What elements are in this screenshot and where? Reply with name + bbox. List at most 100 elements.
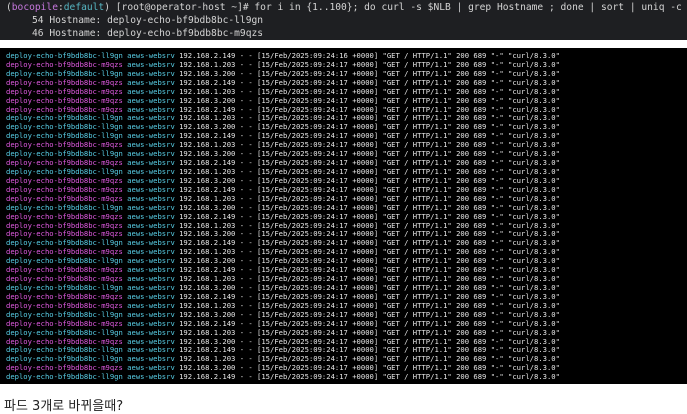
log-dash: - -	[239, 257, 253, 266]
result-line: 54 Hostname: deploy-echo-bf9bdb8bc-ll9gn	[32, 15, 264, 26]
namespace-tag: aews-websrv	[127, 266, 175, 275]
log-dash: - -	[239, 203, 253, 212]
namespace-tag: aews-websrv	[127, 141, 175, 150]
log-timestamp: [15/Feb/2025:09:24:17 +0000]	[257, 355, 379, 364]
log-request: "GET / HTTP/1.1" 200 689 "-" "curl/8.3.0…	[382, 87, 560, 96]
namespace-tag: aews-websrv	[127, 319, 175, 328]
log-dash: - -	[239, 60, 253, 69]
log-line: deploy-echo-bf9bdb8bc-ll9gn aews-websrv …	[6, 132, 687, 141]
client-ip: 192.168.2.149	[179, 266, 236, 275]
pod-name: deploy-echo-bf9bdb8bc-m9qzs	[6, 159, 123, 168]
pod-name: deploy-echo-bf9bdb8bc-m9qzs	[6, 212, 123, 221]
log-line: deploy-echo-bf9bdb8bc-m9qzs aews-websrv …	[6, 222, 687, 231]
log-line: deploy-echo-bf9bdb8bc-ll9gn aews-websrv …	[6, 150, 687, 159]
client-ip: 192.168.3.200	[179, 337, 236, 346]
pod-name: deploy-echo-bf9bdb8bc-ll9gn	[6, 355, 123, 364]
namespace-tag: aews-websrv	[127, 275, 175, 284]
log-timestamp: [15/Feb/2025:09:24:17 +0000]	[257, 105, 379, 114]
client-ip: 192.168.1.203	[179, 275, 236, 284]
log-request: "GET / HTTP/1.1" 200 689 "-" "curl/8.3.0…	[382, 167, 560, 176]
kube-namespace: default	[63, 2, 105, 13]
log-line: deploy-echo-bf9bdb8bc-m9qzs aews-websrv …	[6, 275, 687, 284]
log-timestamp: [15/Feb/2025:09:24:17 +0000]	[257, 176, 379, 185]
separator	[0, 40, 687, 48]
pod-name: deploy-echo-bf9bdb8bc-m9qzs	[6, 364, 123, 373]
result-line: 46 Hostname: deploy-echo-bf9bdb8bc-m9qzs	[32, 28, 264, 39]
log-line: deploy-echo-bf9bdb8bc-m9qzs aews-websrv …	[6, 364, 687, 373]
log-timestamp: [15/Feb/2025:09:24:17 +0000]	[257, 328, 379, 337]
client-ip: 192.168.2.149	[179, 319, 236, 328]
log-timestamp: [15/Feb/2025:09:24:17 +0000]	[257, 230, 379, 239]
namespace-tag: aews-websrv	[127, 60, 175, 69]
log-request: "GET / HTTP/1.1" 200 689 "-" "curl/8.3.0…	[382, 239, 560, 248]
log-request: "GET / HTTP/1.1" 200 689 "-" "curl/8.3.0…	[382, 355, 560, 364]
client-ip: 192.168.1.203	[179, 60, 236, 69]
log-timestamp: [15/Feb/2025:09:24:17 +0000]	[257, 69, 379, 78]
pod-name: deploy-echo-bf9bdb8bc-m9qzs	[6, 105, 123, 114]
log-dash: - -	[239, 230, 253, 239]
log-request: "GET / HTTP/1.1" 200 689 "-" "curl/8.3.0…	[382, 319, 560, 328]
client-ip: 192.168.3.200	[179, 283, 236, 292]
pod-name: deploy-echo-bf9bdb8bc-ll9gn	[6, 52, 123, 60]
log-terminal[interactable]: deploy-echo-bf9bdb8bc-ll9gn aews-websrv …	[0, 48, 687, 384]
log-request: "GET / HTTP/1.1" 200 689 "-" "curl/8.3.0…	[382, 212, 560, 221]
pod-name: deploy-echo-bf9bdb8bc-ll9gn	[6, 328, 123, 337]
log-request: "GET / HTTP/1.1" 200 689 "-" "curl/8.3.0…	[382, 266, 560, 275]
log-request: "GET / HTTP/1.1" 200 689 "-" "curl/8.3.0…	[382, 159, 560, 168]
client-ip: 192.168.1.203	[179, 355, 236, 364]
log-dash: - -	[239, 283, 253, 292]
log-timestamp: [15/Feb/2025:09:24:17 +0000]	[257, 159, 379, 168]
namespace-tag: aews-websrv	[127, 239, 175, 248]
log-timestamp: [15/Feb/2025:09:24:17 +0000]	[257, 310, 379, 319]
log-line: deploy-echo-bf9bdb8bc-m9qzs aews-websrv …	[6, 186, 687, 195]
pod-name: deploy-echo-bf9bdb8bc-ll9gn	[6, 132, 123, 141]
log-request: "GET / HTTP/1.1" 200 689 "-" "curl/8.3.0…	[382, 123, 560, 132]
pod-name: deploy-echo-bf9bdb8bc-ll9gn	[6, 167, 123, 176]
log-dash: - -	[239, 319, 253, 328]
client-ip: 192.168.1.203	[179, 114, 236, 123]
namespace-tag: aews-websrv	[127, 248, 175, 257]
log-line: deploy-echo-bf9bdb8bc-m9qzs aews-websrv …	[6, 177, 687, 186]
client-ip: 192.168.1.203	[179, 167, 236, 176]
client-ip: 192.168.3.200	[179, 230, 236, 239]
pod-name: deploy-echo-bf9bdb8bc-m9qzs	[6, 194, 123, 203]
pod-name: deploy-echo-bf9bdb8bc-ll9gn	[6, 114, 123, 123]
pod-name: deploy-echo-bf9bdb8bc-m9qzs	[6, 248, 123, 257]
client-ip: 192.168.1.203	[179, 87, 236, 96]
log-timestamp: [15/Feb/2025:09:24:17 +0000]	[257, 141, 379, 150]
pod-name: deploy-echo-bf9bdb8bc-ll9gn	[6, 310, 123, 319]
log-dash: - -	[239, 167, 253, 176]
log-request: "GET / HTTP/1.1" 200 689 "-" "curl/8.3.0…	[382, 373, 560, 382]
log-line: deploy-echo-bf9bdb8bc-ll9gn aews-websrv …	[6, 168, 687, 177]
log-dash: - -	[239, 346, 253, 355]
pod-name: deploy-echo-bf9bdb8bc-m9qzs	[6, 301, 123, 310]
pod-name: deploy-echo-bf9bdb8bc-m9qzs	[6, 266, 123, 275]
pod-name: deploy-echo-bf9bdb8bc-m9qzs	[6, 141, 123, 150]
client-ip: 192.168.2.149	[179, 239, 236, 248]
log-request: "GET / HTTP/1.1" 200 689 "-" "curl/8.3.0…	[382, 203, 560, 212]
log-request: "GET / HTTP/1.1" 200 689 "-" "curl/8.3.0…	[382, 221, 560, 230]
pod-name: deploy-echo-bf9bdb8bc-ll9gn	[6, 150, 123, 159]
log-dash: - -	[239, 212, 253, 221]
log-timestamp: [15/Feb/2025:09:24:16 +0000]	[257, 52, 379, 60]
log-line: deploy-echo-bf9bdb8bc-ll9gn aews-websrv …	[6, 70, 687, 79]
log-line: deploy-echo-bf9bdb8bc-ll9gn aews-websrv …	[6, 346, 687, 355]
log-line: deploy-echo-bf9bdb8bc-m9qzs aews-websrv …	[6, 61, 687, 70]
kube-context: bocopile	[11, 2, 58, 13]
namespace-tag: aews-websrv	[127, 337, 175, 346]
log-dash: - -	[239, 266, 253, 275]
log-timestamp: [15/Feb/2025:09:24:17 +0000]	[257, 132, 379, 141]
pod-name: deploy-echo-bf9bdb8bc-ll9gn	[6, 123, 123, 132]
pod-name: deploy-echo-bf9bdb8bc-m9qzs	[6, 87, 123, 96]
client-ip: 192.168.2.149	[179, 132, 236, 141]
client-ip: 192.168.2.149	[179, 78, 236, 87]
client-ip: 192.168.3.200	[179, 203, 236, 212]
top-terminal[interactable]: (bocopile:default) [root@operator-host ~…	[0, 0, 687, 40]
log-dash: - -	[239, 239, 253, 248]
client-ip: 192.168.2.149	[179, 373, 236, 382]
log-line: deploy-echo-bf9bdb8bc-ll9gn aews-websrv …	[6, 311, 687, 320]
log-request: "GET / HTTP/1.1" 200 689 "-" "curl/8.3.0…	[382, 292, 560, 301]
log-request: "GET / HTTP/1.1" 200 689 "-" "curl/8.3.0…	[382, 301, 560, 310]
namespace-tag: aews-websrv	[127, 52, 175, 60]
namespace-tag: aews-websrv	[127, 194, 175, 203]
